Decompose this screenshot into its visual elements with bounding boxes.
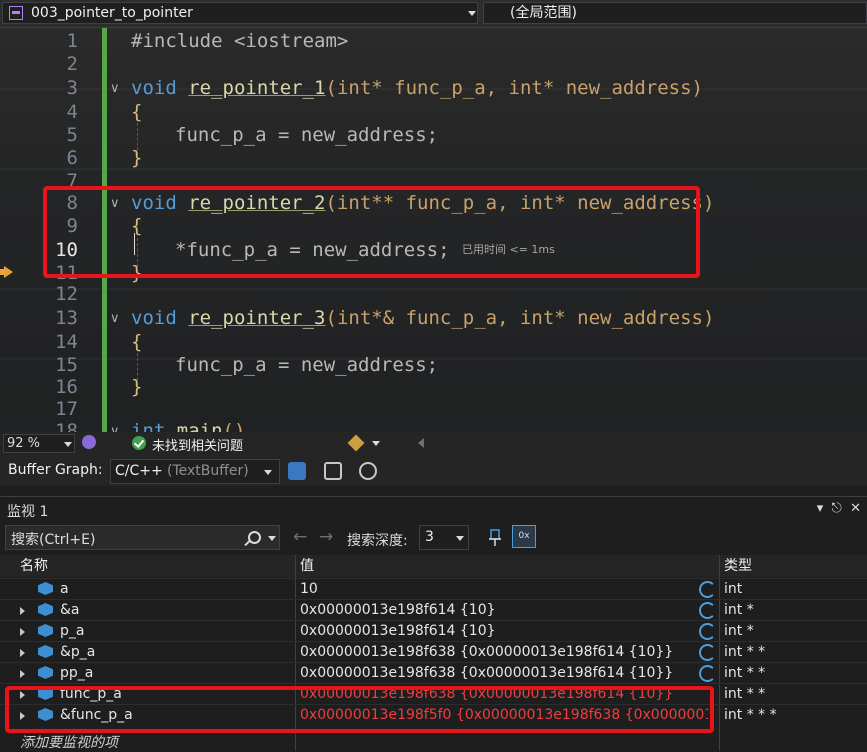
scroll-left-icon[interactable]: [418, 438, 424, 448]
file-scope-dropdown[interactable]: 003_pointer_to_pointer: [2, 2, 478, 24]
zoom-value: 92 %: [7, 436, 41, 451]
watch-row[interactable]: &a 0x00000013e198f614 {10} int *: [0, 599, 867, 621]
search-icon[interactable]: [248, 531, 261, 544]
line-number: 6: [66, 147, 78, 169]
graph-layout-icon[interactable]: [324, 462, 342, 480]
code-line: {: [131, 101, 143, 123]
expand-arrow-icon[interactable]: [20, 649, 25, 657]
watch-panel-title: 监视 1: [7, 504, 49, 520]
code-line: void re_pointer_3(int*& func_p_a, int* n…: [131, 307, 715, 329]
line-number: 15: [55, 354, 78, 376]
code-line: void re_pointer_1(int* func_p_a, int* ne…: [131, 77, 703, 99]
watch-row[interactable]: a 10 int: [0, 578, 867, 600]
fold-chevron-icon[interactable]: ∨: [110, 424, 120, 432]
chevron-down-icon[interactable]: [372, 441, 380, 446]
search-depth-select[interactable]: 3: [419, 525, 469, 550]
code-editor[interactable]: 1 2 3 5 4 6 7 8 9 10 11 12 13 14 15 16 1…: [0, 28, 867, 432]
watch-row[interactable]: pp_a 0x00000013e198f638 {0x00000013e198f…: [0, 662, 867, 684]
refresh-icon[interactable]: [699, 581, 716, 598]
graph-view-icon[interactable]: [288, 462, 306, 480]
fold-chevron-icon[interactable]: ∨: [110, 81, 120, 96]
buffer-select-sub: (TextBuffer): [167, 463, 249, 479]
chevron-down-icon: [264, 470, 272, 475]
line-number: 1: [66, 30, 78, 52]
line-number: 18: [55, 420, 78, 432]
code-line: func_p_a = new_address;: [175, 354, 439, 376]
project-icon: [9, 6, 23, 20]
variable-icon: [38, 603, 53, 616]
chevron-down-icon: [64, 442, 72, 447]
variable-icon: [38, 666, 53, 679]
intellicode-icon[interactable]: [82, 435, 96, 449]
refresh-icon[interactable]: [699, 602, 716, 619]
code-line: }: [131, 147, 143, 169]
navigation-bar: 003_pointer_to_pointer (全局范围): [0, 0, 867, 28]
watch-row[interactable]: p_a 0x00000013e198f614 {10} int *: [0, 620, 867, 642]
pin-icon[interactable]: [487, 529, 503, 547]
buffer-graph-label: Buffer Graph:: [8, 462, 103, 478]
column-header-type[interactable]: 类型: [720, 555, 867, 577]
code-line: func_p_a = new_address;: [175, 124, 439, 146]
code-line: }: [131, 376, 143, 398]
line-number: 5: [66, 124, 78, 146]
expand-arrow-icon[interactable]: [20, 670, 25, 678]
global-scope-dropdown[interactable]: (全局范围): [483, 2, 867, 24]
code-line: int main(): [131, 420, 246, 432]
watch-row[interactable]: &p_a 0x00000013e198f638 {0x00000013e198f…: [0, 641, 867, 663]
hex-display-toggle[interactable]: 0x: [512, 525, 536, 548]
editor-status-bar: 92 % 未找到相关问题: [0, 432, 867, 456]
chevron-down-icon[interactable]: [268, 536, 276, 541]
current-statement-arrow-icon[interactable]: [4, 266, 13, 278]
line-number: 3: [66, 77, 78, 99]
column-header-value[interactable]: 值: [296, 555, 719, 577]
expand-arrow-icon[interactable]: [20, 607, 25, 615]
code-line: #include <iostream>: [131, 30, 349, 52]
line-number: 16: [55, 376, 78, 398]
global-scope-label: (全局范围): [510, 5, 577, 21]
variable-icon: [38, 645, 53, 658]
check-circle-icon: [132, 436, 146, 450]
column-header-name[interactable]: 名称: [0, 555, 295, 577]
search-forward-icon[interactable]: →: [319, 527, 333, 547]
annotation-highlight-box: [43, 186, 700, 278]
refresh-icon[interactable]: [699, 665, 716, 682]
add-watch-item[interactable]: 添加要监视的项: [20, 732, 118, 752]
refresh-icon[interactable]: [699, 644, 716, 661]
buffer-graph-select[interactable]: C/C++ (TextBuffer): [110, 459, 280, 484]
buffer-select-main: C/C++: [115, 463, 163, 479]
variable-icon: [38, 582, 53, 595]
issues-status[interactable]: 未找到相关问题: [152, 435, 243, 454]
refresh-icon[interactable]: [699, 623, 716, 640]
watch-search-input[interactable]: 搜索(Ctrl+E): [5, 525, 280, 550]
fold-chevron-icon[interactable]: ∨: [110, 311, 120, 326]
line-number: 13: [55, 307, 78, 329]
search-depth-value: 3: [425, 529, 434, 545]
line-number: 4: [66, 101, 78, 123]
chevron-down-icon: [456, 536, 464, 541]
search-back-icon[interactable]: ←: [293, 527, 307, 547]
file-scope-label: 003_pointer_to_pointer: [31, 5, 193, 21]
variable-icon: [38, 624, 53, 637]
zoom-dropdown[interactable]: 92 %: [3, 434, 75, 453]
line-number: 12: [55, 283, 78, 305]
chevron-down-icon: [468, 11, 476, 16]
line-number: 17: [55, 398, 78, 420]
expand-arrow-icon[interactable]: [20, 628, 25, 636]
annotation-highlight-box: [5, 686, 714, 733]
panel-controls[interactable]: ▾ ⎋ ✕: [817, 501, 861, 516]
graph-settings-icon[interactable]: [359, 462, 377, 480]
search-placeholder: 搜索(Ctrl+E): [11, 532, 96, 548]
search-depth-label: 搜索深度:: [347, 533, 408, 549]
line-number: 14: [55, 331, 78, 353]
brush-icon[interactable]: [347, 434, 365, 452]
line-number: 2: [66, 53, 78, 75]
buffer-graph-bar: Buffer Graph: C/C++ (TextBuffer): [0, 456, 867, 486]
code-line: {: [131, 331, 143, 353]
